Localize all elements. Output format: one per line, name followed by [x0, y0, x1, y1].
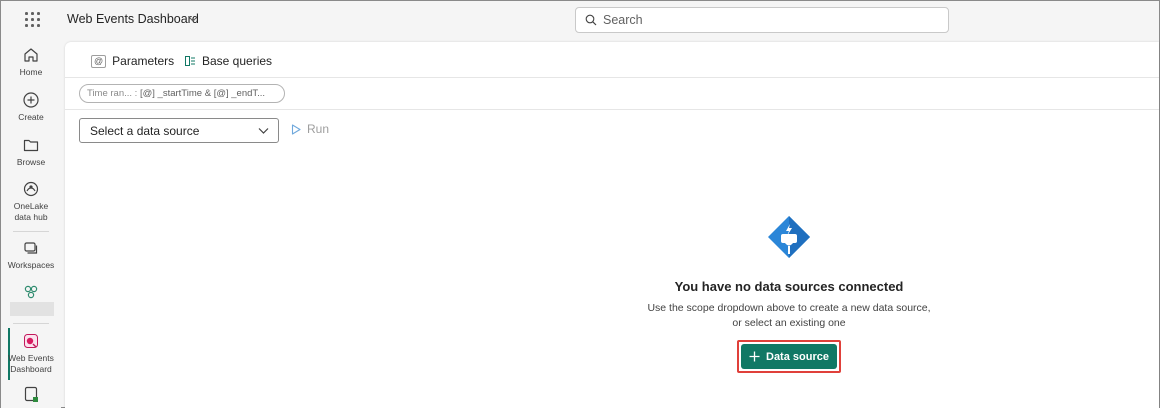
nav-workspace-item[interactable] [1, 283, 61, 304]
nav-browse-label: Browse [16, 157, 46, 167]
left-nav-rail: Home Create Browse OneLake data hub Work… [1, 38, 61, 408]
search-icon [585, 14, 597, 26]
app-title[interactable]: Web Events Dashboard [67, 12, 199, 26]
data-source-select[interactable]: Select a data source [79, 118, 279, 143]
plus-circle-icon [23, 92, 39, 108]
nav-web-events-dashboard[interactable]: Web Events Dashboard [1, 332, 61, 375]
nav-item-partial[interactable] [1, 385, 61, 406]
nav-home[interactable]: Home [1, 46, 61, 78]
nav-workspaces[interactable]: Workspaces [1, 239, 61, 271]
chevron-down-icon [258, 128, 269, 134]
onelake-icon [23, 181, 39, 197]
run-label: Run [307, 122, 330, 136]
parameters-button[interactable]: @ Parameters [91, 54, 174, 68]
base-queries-icon [185, 56, 195, 66]
parameters-icon: @ [91, 54, 107, 68]
nav-onelake-label-2: data hub [14, 212, 48, 222]
data-source-select-value: Select a data source [90, 124, 200, 138]
time-range-chip[interactable]: Time ran... : [@] _startTime & [@] _endT… [79, 84, 285, 103]
chip-separator: : [132, 88, 140, 99]
nav-home-label: Home [19, 67, 43, 77]
top-bar: Web Events Dashboard Search [1, 1, 1159, 38]
nav-workspaces-label: Workspaces [7, 260, 55, 270]
workspace-group-icon [24, 285, 38, 299]
play-icon [291, 123, 301, 135]
empty-state-description: Use the scope dropdown above to create a… [647, 302, 931, 329]
chip-label: Time ran... [87, 88, 133, 99]
folder-icon [23, 139, 39, 152]
parameter-chip-row: Time ran... : [@] _startTime & [@] _endT… [65, 79, 1159, 110]
main-panel: @ Parameters Base queries Time ran... : … [65, 42, 1159, 408]
dashboard-icon [24, 334, 38, 348]
redacted-workspace-name [10, 302, 54, 316]
rail-divider [13, 231, 49, 232]
chip-end-param: [@] _endT... [213, 88, 266, 99]
nav-browse[interactable]: Browse [1, 136, 61, 168]
add-data-source-button[interactable]: Data source [741, 344, 837, 369]
document-icon [24, 386, 38, 402]
nav-onelake[interactable]: OneLake data hub [1, 180, 61, 223]
home-icon [24, 48, 38, 62]
chip-ampersand: & [202, 88, 214, 99]
chip-start-param: [@] _startTime [139, 88, 203, 99]
nav-active-label-2: Dashboard [10, 364, 52, 374]
workspaces-icon [24, 242, 38, 254]
empty-state-title: You have no data sources connected [674, 279, 904, 294]
rail-divider [13, 323, 49, 324]
nav-create[interactable]: Create [1, 91, 61, 123]
nav-active-label-1: Web Events [8, 353, 54, 363]
nav-onelake-label-1: OneLake [13, 201, 49, 211]
base-queries-label: Base queries [202, 54, 273, 68]
app-launcher-icon[interactable] [25, 12, 41, 28]
search-placeholder: Search [603, 13, 643, 27]
base-queries-button[interactable]: Base queries [184, 54, 272, 68]
parameters-label: Parameters [112, 54, 175, 68]
toolbar: @ Parameters Base queries [65, 42, 1159, 78]
search-input[interactable]: Search [575, 7, 949, 33]
run-button[interactable]: Run [291, 122, 329, 136]
add-data-source-label: Data source [766, 350, 829, 363]
nav-create-label: Create [18, 112, 44, 122]
plus-icon [749, 351, 760, 362]
chevron-down-icon[interactable] [188, 14, 198, 24]
plug-icon [768, 216, 810, 258]
